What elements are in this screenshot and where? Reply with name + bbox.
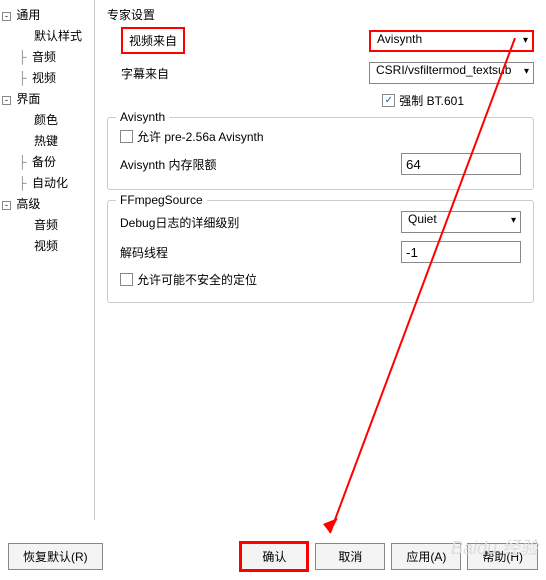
tree-item-backup[interactable]: ├备份: [2, 151, 92, 172]
video-from-label: 视频来自: [121, 27, 185, 54]
tree-item-adv-audio[interactable]: 音频: [2, 214, 92, 235]
watermark: Baidu 经验: [451, 534, 538, 560]
collapse-icon[interactable]: -: [2, 96, 11, 105]
subtitle-from-select[interactable]: CSRI/vsfiltermod_textsub: [369, 62, 534, 84]
mem-limit-label: Avisynth 内存限额: [120, 156, 265, 173]
cancel-button[interactable]: 取消: [315, 543, 385, 570]
tree-item-adv-video[interactable]: 视频: [2, 235, 92, 256]
tree-item-automation[interactable]: ├自动化: [2, 172, 92, 193]
ok-button[interactable]: 确认: [239, 541, 309, 572]
settings-panel: 专家设置 视频来自 Avisynth 字幕来自 CSRI/vsfiltermod…: [95, 0, 546, 520]
subtitle-from-label: 字幕来自: [121, 65, 266, 82]
unsafe-seek-checkbox[interactable]: [120, 273, 133, 286]
unsafe-seek-label: 允许可能不安全的定位: [137, 271, 257, 288]
decode-threads-input[interactable]: [401, 241, 521, 263]
force-bt601-label: 强制 BT.601: [399, 92, 464, 109]
tree-item-hotkey[interactable]: 热键: [2, 130, 92, 151]
collapse-icon[interactable]: -: [2, 201, 11, 210]
tree-item-interface[interactable]: - 界面: [2, 88, 92, 109]
collapse-icon[interactable]: -: [2, 12, 11, 21]
tree-item-advanced[interactable]: - 高级: [2, 193, 92, 214]
debug-level-label: Debug日志的详细级别: [120, 214, 265, 231]
settings-tree: - 通用 默认样式 ├音频 ├视频 - 界面 颜色 热键 ├备份 ├自动化 - …: [0, 0, 95, 520]
tree-item-video[interactable]: ├视频: [2, 67, 92, 88]
decode-threads-label: 解码线程: [120, 244, 265, 261]
allow-pre256a-label: 允许 pre-2.56a Avisynth: [137, 128, 264, 145]
force-bt601-checkbox[interactable]: [382, 94, 395, 107]
tree-item-default-style[interactable]: 默认样式: [2, 25, 92, 46]
avisynth-group: Avisynth 允许 pre-2.56a Avisynth Avisynth …: [107, 117, 534, 190]
allow-pre256a-checkbox[interactable]: [120, 130, 133, 143]
video-from-select[interactable]: Avisynth: [369, 30, 534, 52]
debug-level-select[interactable]: Quiet: [401, 211, 521, 233]
ffmpeg-group: FFmpegSource Debug日志的详细级别 Quiet 解码线程 允许可…: [107, 200, 534, 303]
tree-item-general[interactable]: - 通用: [2, 4, 92, 25]
avisynth-group-title: Avisynth: [116, 110, 169, 124]
tree-item-color[interactable]: 颜色: [2, 109, 92, 130]
restore-default-button[interactable]: 恢复默认(R): [8, 543, 103, 570]
ffmpeg-group-title: FFmpegSource: [116, 193, 207, 207]
tree-item-audio[interactable]: ├音频: [2, 46, 92, 67]
section-title: 专家设置: [107, 6, 534, 23]
mem-limit-input[interactable]: [401, 153, 521, 175]
